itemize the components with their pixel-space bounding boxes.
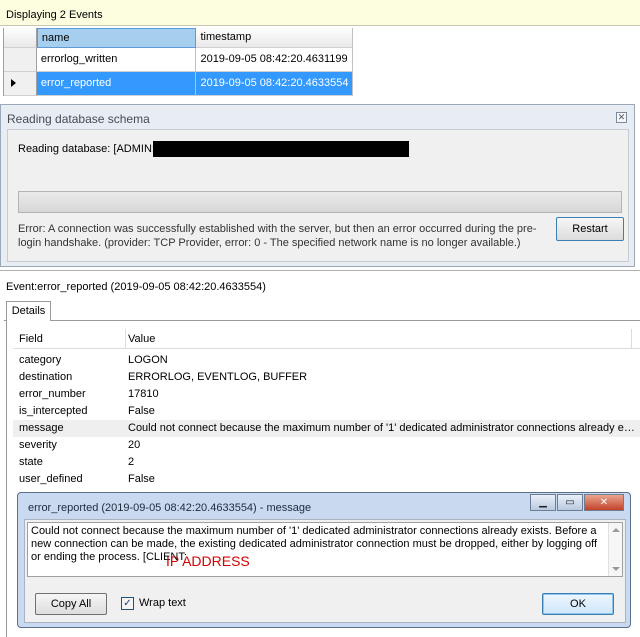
property-row[interactable]: severity 20 bbox=[13, 437, 640, 454]
property-value: Could not connect because the maximum nu… bbox=[128, 422, 638, 434]
property-row-highlighted[interactable]: message Could not connect because the max… bbox=[13, 420, 640, 437]
events-header: Displaying 2 Events bbox=[0, 0, 640, 26]
redaction-block bbox=[153, 141, 409, 157]
event-timestamp-cell[interactable]: 2019-09-05 08:42:20.4631199 bbox=[196, 48, 353, 72]
ok-button[interactable]: OK bbox=[542, 593, 614, 615]
schema-dialog-title: Reading database schema bbox=[7, 112, 150, 126]
property-list: category LOGON destination ERRORLOG, EVENT… bbox=[13, 352, 640, 488]
connection-error-text: Error: A connection was successfully est… bbox=[18, 223, 537, 249]
message-dialog-body: Could not connect because the maximum nu… bbox=[24, 519, 626, 623]
restart-button[interactable]: Restart bbox=[556, 217, 624, 241]
column-header-timestamp[interactable]: timestamp bbox=[196, 28, 353, 48]
property-field: message bbox=[19, 422, 64, 434]
property-field: destination bbox=[19, 371, 73, 383]
vertical-scrollbar[interactable] bbox=[608, 523, 622, 576]
table-row[interactable]: errorlog_written 2019-09-05 08:42:20.463… bbox=[4, 48, 353, 72]
property-row[interactable]: category LOGON bbox=[13, 352, 640, 369]
property-value: ERRORLOG, EVENTLOG, BUFFER bbox=[128, 371, 308, 383]
property-field: error_number bbox=[19, 388, 86, 400]
property-field: is_intercepted bbox=[19, 405, 88, 417]
column-header-value[interactable]: Value bbox=[128, 333, 155, 345]
property-field: user_defined bbox=[19, 473, 83, 485]
schema-progress-bar bbox=[18, 191, 622, 213]
maximize-icon[interactable]: ▭ bbox=[557, 494, 583, 511]
message-dialog: error_reported (2019-09-05 08:42:20.4633… bbox=[17, 492, 631, 628]
events-count-title: Displaying 2 Events bbox=[6, 9, 103, 21]
message-dialog-title: error_reported (2019-09-05 08:42:20.4633… bbox=[28, 502, 312, 514]
events-area: name timestamp errorlog_written 2019-09-… bbox=[0, 26, 640, 98]
wrap-text-label[interactable]: Wrap text bbox=[139, 597, 186, 609]
copy-all-button[interactable]: Copy All bbox=[35, 593, 107, 615]
property-value: 20 bbox=[128, 439, 141, 451]
property-row[interactable]: is_intercepted False bbox=[13, 403, 640, 420]
property-field: severity bbox=[19, 439, 57, 451]
ip-address-annotation: IP ADDRESS bbox=[166, 553, 250, 569]
reading-database-label: Reading database: [ADMIN: bbox=[18, 143, 155, 155]
property-row[interactable]: state 2 bbox=[13, 454, 640, 471]
property-row[interactable]: user_defined False bbox=[13, 471, 640, 488]
property-value: False bbox=[128, 473, 155, 485]
events-grid: name timestamp errorlog_written 2019-09-… bbox=[3, 28, 353, 96]
column-header-name[interactable]: name bbox=[36, 28, 197, 48]
property-value: 17810 bbox=[128, 388, 159, 400]
table-row-selected[interactable]: error_reported 2019-09-05 08:42:20.46335… bbox=[4, 72, 353, 96]
details-tabbar: Details bbox=[4, 301, 640, 322]
minimize-icon[interactable]: ▁ bbox=[530, 494, 556, 511]
tab-details[interactable]: Details bbox=[6, 301, 51, 322]
events-grid-header: name timestamp bbox=[4, 28, 353, 48]
event-name-cell[interactable]: error_reported bbox=[36, 72, 197, 96]
event-timestamp-cell[interactable]: 2019-09-05 08:42:20.4633554 bbox=[196, 72, 353, 96]
property-row[interactable]: destination ERRORLOG, EVENTLOG, BUFFER bbox=[13, 369, 640, 386]
property-grid-header: Field Value bbox=[13, 329, 640, 349]
message-textbox[interactable]: Could not connect because the maximum nu… bbox=[27, 522, 623, 577]
scroll-down-icon[interactable] bbox=[612, 567, 620, 571]
column-header-field[interactable]: Field bbox=[19, 333, 43, 345]
property-value: False bbox=[128, 405, 155, 417]
schema-dialog-body: Reading database: [ADMIN: Error: A conne… bbox=[7, 129, 629, 262]
row-selector[interactable] bbox=[4, 48, 37, 72]
property-field: category bbox=[19, 354, 62, 366]
event-name-cell[interactable]: errorlog_written bbox=[36, 48, 197, 72]
window-controls: ▁ ▭ ✕ bbox=[529, 494, 624, 512]
schema-dialog: Reading database schema ✕ Reading databa… bbox=[0, 104, 635, 267]
close-icon[interactable]: ✕ bbox=[616, 112, 627, 123]
row-selector[interactable] bbox=[4, 72, 37, 96]
row-selector-header bbox=[4, 28, 37, 48]
property-value: LOGON bbox=[128, 354, 168, 366]
property-value: 2 bbox=[128, 456, 135, 468]
property-field: state bbox=[19, 456, 43, 468]
wrap-text-checkbox[interactable]: ✓ bbox=[121, 597, 134, 610]
event-details-title: Event:error_reported (2019-09-05 08:42:2… bbox=[6, 281, 266, 293]
close-icon[interactable]: ✕ bbox=[584, 494, 624, 511]
scroll-up-icon[interactable] bbox=[612, 528, 620, 532]
column-divider bbox=[125, 329, 126, 349]
message-text: Could not connect because the maximum nu… bbox=[31, 525, 598, 563]
property-row[interactable]: error_number 17810 bbox=[13, 386, 640, 403]
column-divider bbox=[631, 329, 632, 349]
current-row-arrow-icon bbox=[11, 79, 16, 87]
